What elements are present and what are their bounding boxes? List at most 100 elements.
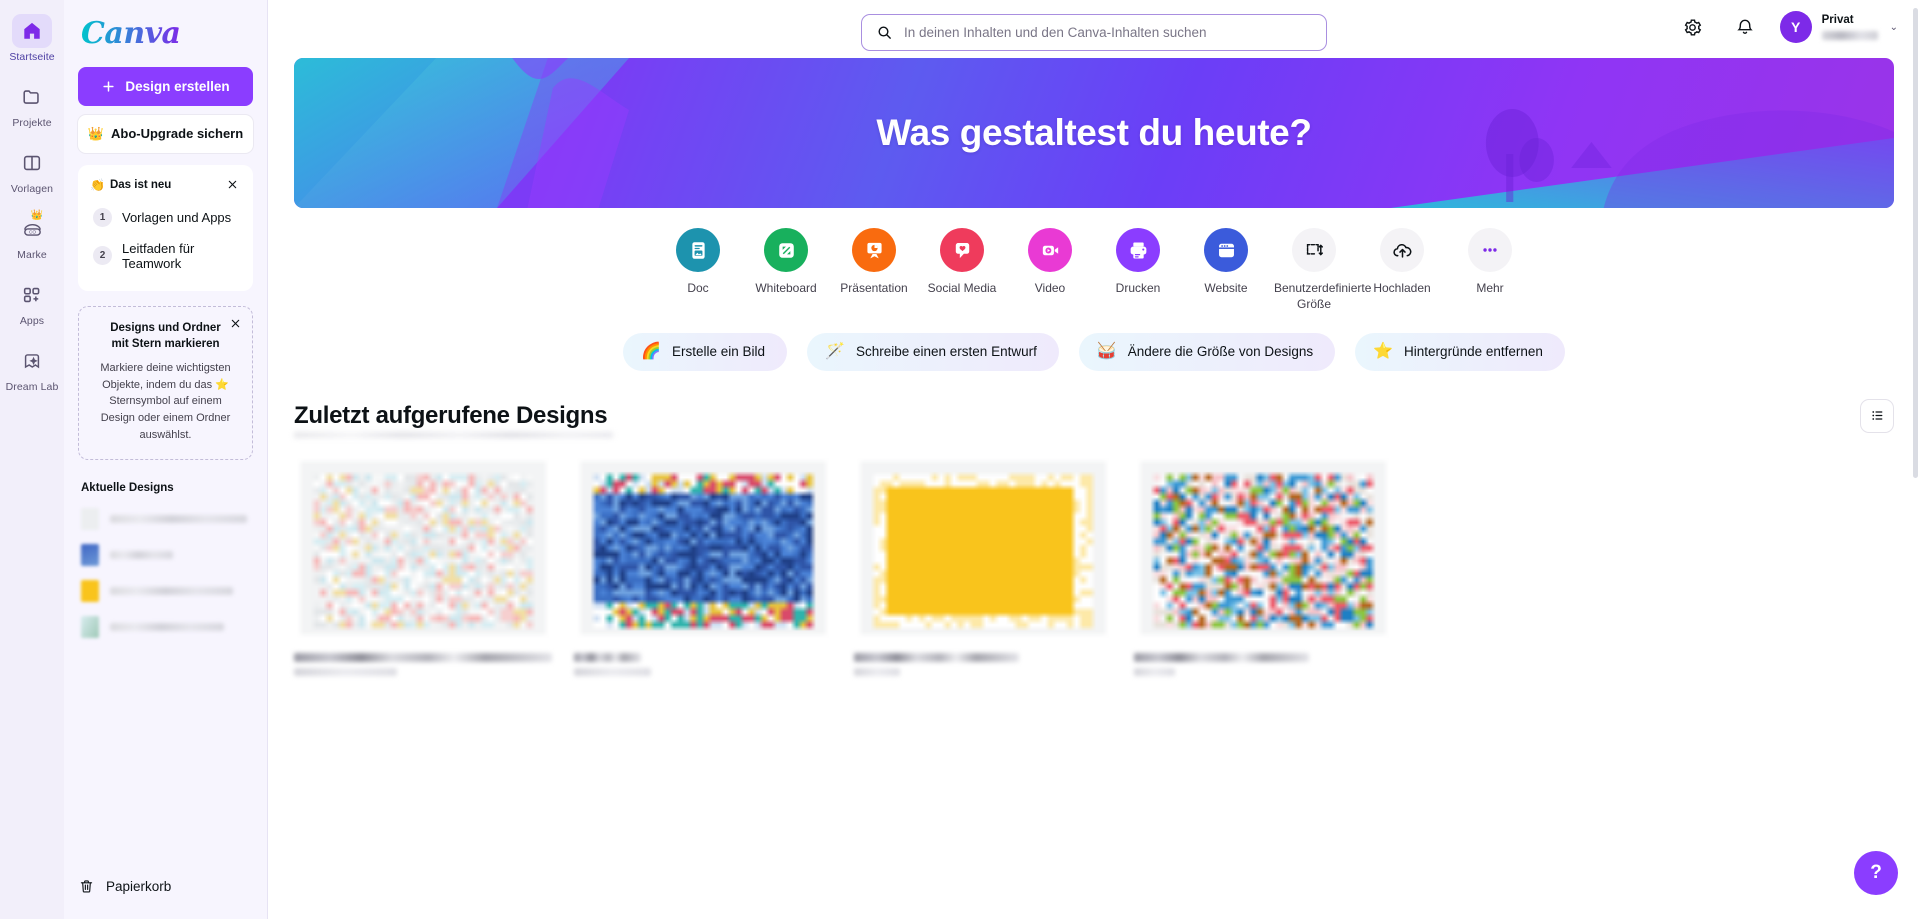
account-email-redacted xyxy=(1821,30,1878,40)
design-thumbnail xyxy=(81,544,99,567)
design-card-2[interactable] xyxy=(574,454,832,676)
design-card-3[interactable] xyxy=(854,454,1112,676)
category-website[interactable]: Website xyxy=(1182,228,1270,313)
design-card-caption xyxy=(1134,652,1392,676)
top-bar-actions: Y Privat ⌄ xyxy=(1676,10,1898,44)
sidebar-item-projekte[interactable]: Projekte xyxy=(0,80,64,129)
clap-icon: 👏 xyxy=(90,177,105,192)
tip-title: Designs und Ordner mit Stern markieren xyxy=(110,321,221,351)
create-design-button[interactable]: Design erstellen xyxy=(78,66,253,106)
close-icon[interactable] xyxy=(223,176,241,194)
sidebar-recent-designs: Aktuelle Designs xyxy=(78,482,253,639)
chip-label: Erstelle ein Bild xyxy=(672,344,766,360)
category-label: Drucken xyxy=(1115,281,1161,295)
category-whiteboard[interactable]: Whiteboard xyxy=(742,228,830,313)
item-number: 2 xyxy=(93,246,112,265)
upgrade-subscription-button[interactable]: 👑 Abo-Upgrade sichern xyxy=(78,114,253,153)
design-thumbnail xyxy=(81,508,99,531)
hero-banner: Was gestaltest du heute? xyxy=(294,58,1894,208)
scrollbar[interactable] xyxy=(1913,8,1918,478)
chip-schreibe-einen-ersten-entwurf[interactable]: 🪄 Schreibe einen ersten Entwurf xyxy=(807,332,1059,371)
canva-logo[interactable]: Canva xyxy=(81,18,253,50)
design-thumbnail xyxy=(81,580,99,603)
sidebar-item-label: Projekte xyxy=(12,117,52,129)
trash-button[interactable]: Papierkorb xyxy=(78,878,171,895)
recent-designs-grid xyxy=(294,454,1894,676)
apps-icon xyxy=(12,278,52,312)
section-title: Zuletzt aufgerufene Designs xyxy=(294,401,608,429)
category-label: Social Media xyxy=(927,281,997,295)
sidebar-item-marke[interactable]: 👑 CO Marke xyxy=(0,211,64,262)
search-icon xyxy=(878,26,891,39)
chip-erstelle-ein-bild[interactable]: 🌈 Erstelle ein Bild xyxy=(623,332,788,371)
top-bar: Y Privat ⌄ xyxy=(268,0,1920,58)
category-label: Präsentation xyxy=(840,281,908,295)
magic-wand-icon: 🪄 xyxy=(825,342,845,360)
design-thumbnail xyxy=(294,454,552,647)
folder-icon xyxy=(12,80,52,114)
category-benutzerdefinierte-groesse[interactable]: Benutzerdefinierte Größe xyxy=(1270,228,1372,313)
recent-designs-header: Zuletzt aufgerufene Designs xyxy=(294,398,1894,433)
presentation-icon xyxy=(852,228,896,272)
search-input[interactable] xyxy=(904,25,1312,40)
category-mehr[interactable]: Mehr xyxy=(1446,228,1534,313)
gear-icon xyxy=(1684,18,1702,36)
category-praesentation[interactable]: Präsentation xyxy=(830,228,918,313)
list-item[interactable] xyxy=(78,508,253,531)
category-drucken[interactable]: Drucken xyxy=(1094,228,1182,313)
design-thumbnail xyxy=(81,616,99,639)
main-content: Y Privat ⌄ xyxy=(268,0,1920,919)
whiteboard-icon xyxy=(764,228,808,272)
category-label: Benutzerdefinierte Größe xyxy=(1274,281,1372,311)
video-icon xyxy=(1028,228,1072,272)
resize-icon: 🥁 xyxy=(1096,342,1117,360)
whats-new-item-1[interactable]: 1 Vorlagen und Apps xyxy=(90,201,241,234)
dream-lab-icon xyxy=(12,344,52,378)
category-label: Hochladen xyxy=(1373,281,1431,295)
chip-hintergruende-entfernen[interactable]: ⭐ Hintergründe entfernen xyxy=(1355,332,1565,371)
design-card-caption xyxy=(294,652,552,676)
category-hochladen[interactable]: Hochladen xyxy=(1358,228,1446,313)
crown-icon: 👑 xyxy=(87,125,104,141)
doc-icon xyxy=(676,228,720,272)
trash-icon xyxy=(80,880,93,893)
custom-size-icon xyxy=(1292,228,1336,272)
category-doc[interactable]: Doc xyxy=(654,228,742,313)
list-item[interactable] xyxy=(78,544,253,567)
list-item[interactable] xyxy=(78,616,253,639)
brand-icon: 👑 CO xyxy=(12,211,52,246)
settings-button[interactable] xyxy=(1676,10,1710,44)
design-card-1[interactable] xyxy=(294,454,552,676)
notifications-button[interactable] xyxy=(1728,10,1762,44)
plus-icon xyxy=(103,80,114,92)
sidebar-panel: Canva Design erstellen 👑 Abo-Upgrade sic… xyxy=(64,0,268,919)
category-video[interactable]: Video xyxy=(1006,228,1094,313)
sidebar-item-vorlagen[interactable]: Vorlagen xyxy=(0,146,64,195)
search-bar[interactable] xyxy=(861,14,1327,51)
whats-new-item-2[interactable]: 2 Leitfaden für Teamwork xyxy=(90,234,241,278)
category-shortcuts: Doc Whiteboard Präsentation Social Media xyxy=(268,228,1920,313)
chip-aendere-die-groesse-von-designs[interactable]: 🥁 Ändere die Größe von Designs xyxy=(1078,332,1336,371)
sidebar-item-apps[interactable]: Apps xyxy=(0,278,64,327)
upgrade-label: Abo-Upgrade sichern xyxy=(111,126,244,141)
social-media-icon xyxy=(940,228,984,272)
star-icon: ⭐ xyxy=(215,378,229,391)
close-icon[interactable] xyxy=(226,315,244,333)
sidebar-item-dream-lab[interactable]: Dream Lab xyxy=(0,344,64,393)
category-social-media[interactable]: Social Media xyxy=(918,228,1006,313)
whats-new-title: Das ist neu xyxy=(109,178,172,191)
list-item[interactable] xyxy=(78,580,253,603)
tip-body: Markiere deine wichtigsten Objekte, inde… xyxy=(100,361,231,441)
more-icon xyxy=(1468,228,1512,272)
design-thumbnail xyxy=(854,454,1112,647)
design-card-4[interactable] xyxy=(1134,454,1392,676)
sidebar-item-startseite[interactable]: Startseite xyxy=(0,14,64,63)
design-card-caption xyxy=(854,652,1112,676)
design-card-caption xyxy=(574,652,832,676)
help-button[interactable]: ? xyxy=(1854,851,1898,895)
list-view-icon[interactable] xyxy=(1860,398,1894,433)
design-thumbnail xyxy=(574,454,832,647)
bell-icon xyxy=(1736,19,1753,34)
account-menu[interactable]: Y Privat ⌄ xyxy=(1779,11,1898,43)
category-label: Mehr xyxy=(1476,281,1504,295)
